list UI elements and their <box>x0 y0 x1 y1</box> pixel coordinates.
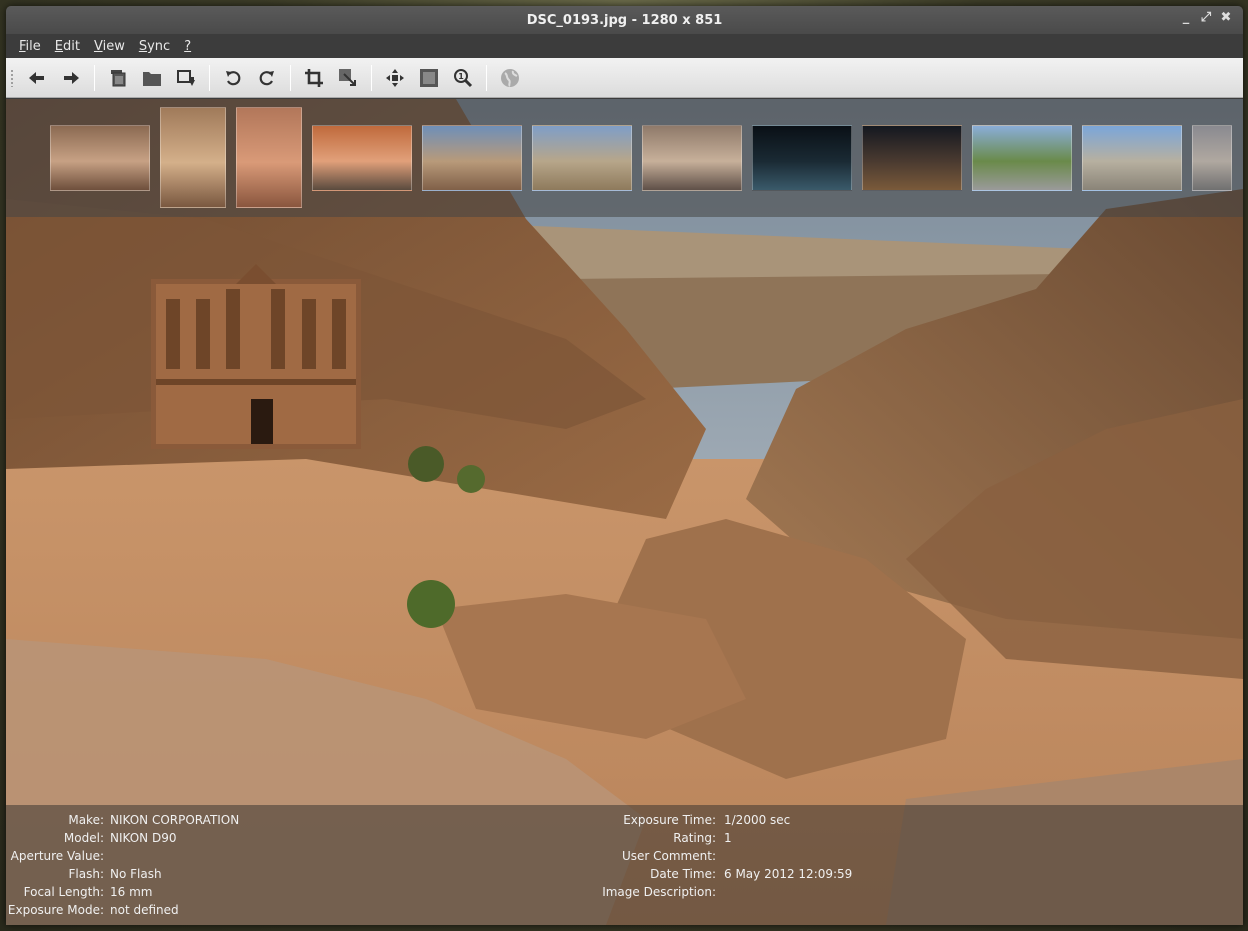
title-bar[interactable]: DSC_0193.jpg - 1280 x 851 _ ⤢ ✖ <box>6 6 1243 34</box>
exif-panel: Make: NIKON CORPORATION Model: NIKON D90… <box>6 805 1243 925</box>
thumb-petra-cliff[interactable] <box>160 107 226 208</box>
exif-row-make: Make: NIKON CORPORATION <box>6 811 606 829</box>
maximize-button[interactable]: ⤢ <box>1199 11 1213 25</box>
copy-icon <box>111 69 126 86</box>
exif-label: Model: <box>63 831 104 845</box>
image-viewer-window: DSC_0193.jpg - 1280 x 851 _ ⤢ ✖ File Edi… <box>6 6 1243 925</box>
exif-row-rating: Rating: 1 <box>566 829 966 847</box>
next-image-button[interactable] <box>55 62 87 94</box>
menu-bar: File Edit View Sync ? <box>6 34 1243 58</box>
thumb-siq-people[interactable] <box>312 125 412 191</box>
exif-value: 1/2000 sec <box>724 813 791 827</box>
exif-value: 1 <box>724 831 732 845</box>
exif-value: 6 May 2012 12:09:59 <box>724 867 853 881</box>
copy-button[interactable] <box>102 62 134 94</box>
exif-value: No Flash <box>110 867 162 881</box>
zoom-100-button[interactable]: 1 <box>447 62 479 94</box>
exif-row-exposure-mode: Exposure Mode: not defined <box>6 901 606 919</box>
back-arrow-icon <box>29 71 44 84</box>
rotate-right-button[interactable] <box>251 62 283 94</box>
exif-label: Make: <box>68 813 104 827</box>
rotate-left-button[interactable] <box>217 62 249 94</box>
thumb-road-trees[interactable] <box>972 125 1072 191</box>
exif-value: not defined <box>110 903 179 917</box>
forward-arrow-icon <box>64 71 79 84</box>
exif-row-flash: Flash: No Flash <box>6 865 606 883</box>
previous-image-button[interactable] <box>21 62 53 94</box>
folder-icon <box>143 71 161 86</box>
exif-row-focal-length: Focal Length: 16 mm <box>6 883 606 901</box>
toolbar-grip[interactable] <box>10 68 14 87</box>
crop-button[interactable] <box>298 62 330 94</box>
open-browser-button[interactable] <box>494 62 526 94</box>
thumb-partial[interactable] <box>1192 125 1232 191</box>
window-controls: _ ⤢ ✖ <box>1179 11 1233 25</box>
rotate-right-icon <box>259 70 274 85</box>
fit-window-button[interactable] <box>379 62 411 94</box>
toolbar-separator <box>486 64 487 91</box>
minimize-button[interactable]: _ <box>1179 11 1193 25</box>
fullscreen-button[interactable] <box>413 62 445 94</box>
exif-value: 16 mm <box>110 885 153 899</box>
exif-row-exposure-time: Exposure Time: 1/2000 sec <box>566 811 966 829</box>
exif-row-user-comment: User Comment: <box>566 847 966 865</box>
crop-icon <box>305 68 323 87</box>
open-folder-button[interactable] <box>136 62 168 94</box>
thumb-treasury[interactable] <box>236 107 302 208</box>
toolbar-separator <box>371 64 372 91</box>
exif-label: Image Description: <box>602 885 716 899</box>
image-view[interactable]: Make: NIKON CORPORATION Model: NIKON D90… <box>6 99 1243 925</box>
exif-label: Exposure Time: <box>623 813 716 827</box>
exif-label: Focal Length: <box>23 885 104 899</box>
monastery-facade <box>151 264 361 449</box>
resize-icon <box>339 68 356 86</box>
exif-row-aperture: Aperture Value: <box>6 847 606 865</box>
exif-label: Aperture Value: <box>10 849 104 863</box>
exif-label: Exposure Mode: <box>7 903 104 917</box>
thumb-petra-tomb[interactable] <box>50 125 150 191</box>
svg-text:1: 1 <box>458 72 464 81</box>
rotate-left-icon <box>226 70 241 85</box>
exif-row-image-description: Image Description: <box>566 883 966 901</box>
thumbnail-strip <box>6 99 1243 217</box>
thumb-valley[interactable] <box>532 125 632 191</box>
close-button[interactable]: ✖ <box>1219 11 1233 25</box>
menu-sync[interactable]: Sync <box>132 39 177 54</box>
toolbar-separator <box>290 64 291 91</box>
move-to-icon <box>177 69 195 86</box>
toolbar: 1 <box>6 58 1243 98</box>
menu-help[interactable]: ? <box>177 39 198 54</box>
toolbar-separator <box>94 64 95 91</box>
thumb-town[interactable] <box>642 125 742 191</box>
menu-edit[interactable]: Edit <box>48 39 87 54</box>
zoom-100-icon: 1 <box>454 68 473 87</box>
thumb-rocks-sky[interactable] <box>422 125 522 191</box>
exif-value: NIKON D90 <box>110 831 177 845</box>
main-photo <box>6 99 1243 925</box>
menu-view[interactable]: View <box>87 39 132 54</box>
window-title: DSC_0193.jpg - 1280 x 851 <box>526 12 723 28</box>
exif-label: Date Time: <box>650 867 716 881</box>
menu-file[interactable]: File <box>12 39 48 54</box>
fit-icon <box>386 68 404 87</box>
thumb-street[interactable] <box>1082 125 1182 191</box>
toolbar-separator <box>209 64 210 91</box>
thumb-night-1[interactable] <box>752 125 852 191</box>
exif-label: Rating: <box>673 831 716 845</box>
exif-label: Flash: <box>68 867 105 881</box>
browser-globe-icon <box>501 68 519 87</box>
thumb-night-2[interactable] <box>862 125 962 191</box>
exif-value: NIKON CORPORATION <box>110 813 240 827</box>
move-to-button[interactable] <box>170 62 202 94</box>
exif-row-model: Model: NIKON D90 <box>6 829 606 847</box>
exif-label: User Comment: <box>621 849 716 863</box>
exif-row-date-time: Date Time: 6 May 2012 12:09:59 <box>566 865 966 883</box>
fullscreen-icon <box>420 68 438 87</box>
resize-button[interactable] <box>332 62 364 94</box>
